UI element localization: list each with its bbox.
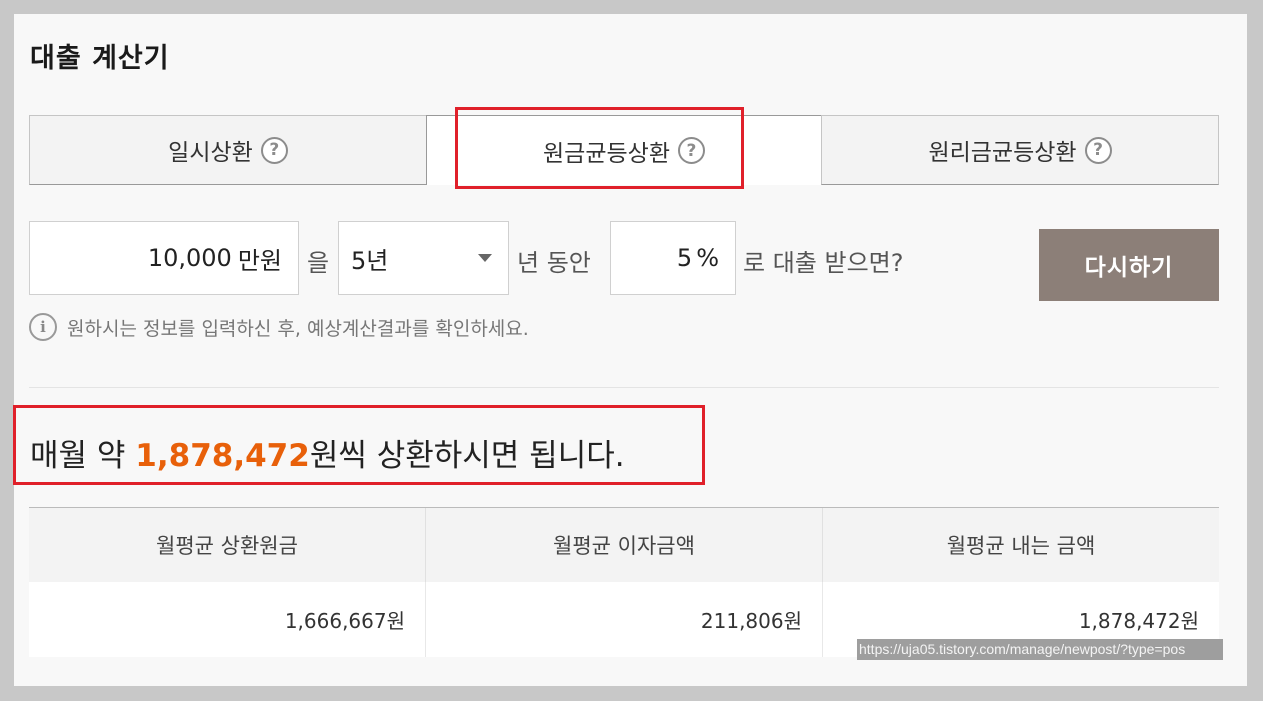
table-header: 월평균 이자금액 [426, 508, 823, 582]
loan-amount-input[interactable] [111, 244, 232, 272]
joiner-text: 로 대출 받으면? [743, 249, 904, 277]
result-prefix: 매월 약 [30, 438, 136, 474]
table-header: 월평균 상환원금 [29, 508, 426, 582]
status-url-tooltip: https://uja05.tistory.com/manage/newpost… [857, 639, 1223, 660]
result-table: 월평균 상환원금 월평균 이자금액 월평균 내는 금액 1,666,667원 2… [29, 507, 1219, 657]
tab-equal-principal[interactable]: 원금균등상환 ? [426, 115, 822, 185]
info-text: 원하시는 정보를 입력하신 후, 예상계산결과를 확인하세요. [67, 317, 529, 340]
repayment-tabs: 일시상환 ? 원금균등상환 ? 원리금균등상환 ? [29, 115, 1219, 185]
period-select[interactable]: 5년 [338, 221, 509, 295]
tab-equal-installment[interactable]: 원리금균등상환 ? [821, 115, 1219, 185]
table-header-row: 월평균 상환원금 월평균 이자금액 월평균 내는 금액 [29, 507, 1219, 582]
tab-label: 원리금균등상환 [928, 140, 1077, 166]
help-icon[interactable]: ? [677, 137, 705, 164]
interest-rate-input[interactable] [632, 244, 693, 272]
chevron-down-icon [478, 254, 492, 262]
page-title: 대출 계산기 [30, 43, 170, 74]
help-icon[interactable]: ? [260, 136, 288, 164]
info-icon: i [29, 313, 57, 341]
table-cell: 211,806원 [426, 582, 823, 657]
table-cell: 1,666,667원 [29, 582, 426, 657]
loan-amount-field[interactable]: 만원 [29, 221, 299, 295]
tab-label: 원금균등상환 [543, 140, 670, 167]
amount-unit: 만원 [237, 246, 282, 275]
interest-rate-field[interactable]: % [610, 221, 736, 295]
joiner-text: 년 동안 [517, 249, 591, 277]
rate-unit: % [696, 244, 719, 272]
help-icon[interactable]: ? [1084, 136, 1112, 164]
joiner-text: 을 [307, 249, 330, 277]
result-suffix: 원씩 상환하시면 됩니다. [309, 438, 625, 474]
info-message: i 원하시는 정보를 입력하신 후, 예상계산결과를 확인하세요. [29, 313, 529, 341]
period-selected-value: 5년 [351, 246, 389, 275]
reset-button[interactable]: 다시하기 [1039, 229, 1219, 301]
divider [29, 387, 1219, 388]
result-amount: 1,878,472 [135, 438, 310, 474]
result-summary: 매월 약 1,878,472원씩 상환하시면 됩니다. [30, 430, 625, 475]
tab-lump-sum[interactable]: 일시상환 ? [29, 115, 427, 185]
table-header: 월평균 내는 금액 [946, 534, 1096, 558]
tab-label: 일시상환 [168, 140, 253, 166]
